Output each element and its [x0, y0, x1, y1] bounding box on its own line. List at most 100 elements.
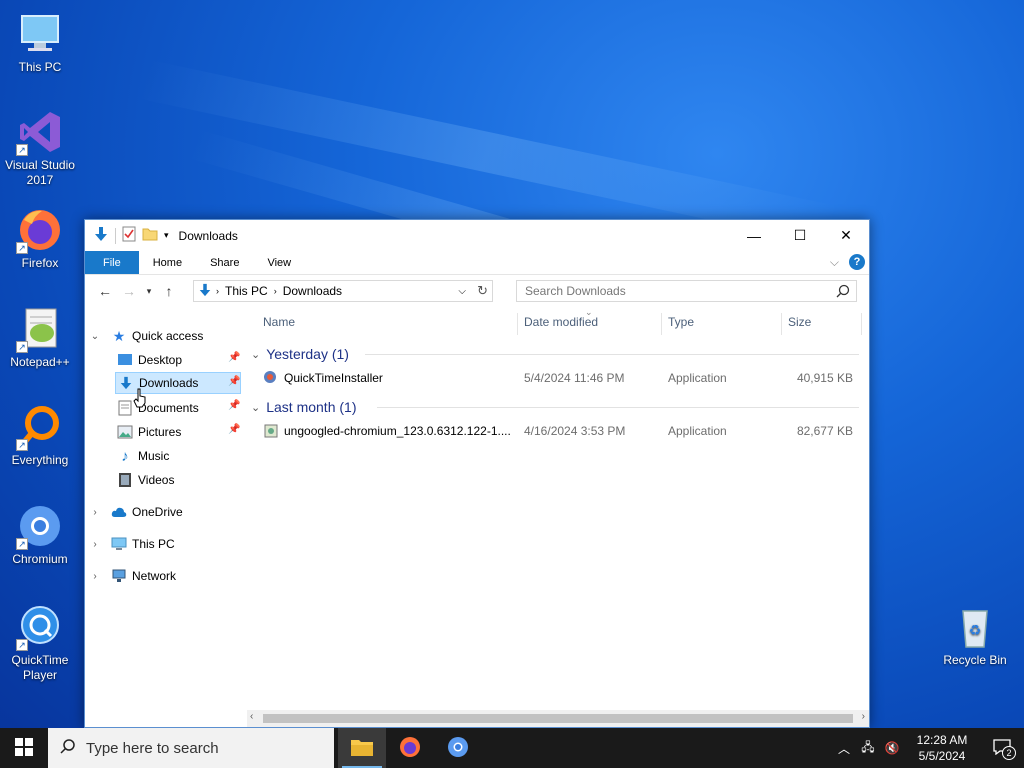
desktop-icon-label: Recycle Bin	[943, 653, 1007, 667]
customize-toolbar-chevron-icon[interactable]: ▾	[164, 230, 169, 241]
desktop-icon-this-pc[interactable]: This PC	[0, 10, 80, 75]
address-field[interactable]: › This PC › Downloads ⌵ ↻	[193, 280, 493, 302]
file-explorer-icon	[350, 737, 374, 760]
taskbar-file-explorer[interactable]	[338, 728, 386, 768]
column-header-date-modified[interactable]: Date modified	[524, 307, 598, 337]
clock[interactable]: 12:28 AM 5/5/2024	[904, 732, 980, 764]
pin-icon[interactable]: 📌	[228, 400, 240, 411]
taskbar-chromium[interactable]	[434, 728, 482, 768]
star-icon: ★	[112, 327, 126, 344]
group-label: Yesterday (1)	[266, 346, 349, 362]
collapsed-chevron-icon[interactable]: ›	[89, 571, 101, 582]
breadcrumb-downloads[interactable]: Downloads	[283, 284, 342, 298]
nav-item-pictures[interactable]: Pictures	[117, 421, 242, 443]
address-dropdown-chevron-icon[interactable]: ⌵	[458, 286, 466, 297]
desktop-icon-visual-studio[interactable]: ↗ Visual Studio 2017	[0, 108, 80, 188]
column-header-name[interactable]: Name	[263, 307, 295, 337]
nav-label: OneDrive	[132, 505, 183, 519]
clock-time: 12:28 AM	[916, 733, 968, 747]
taskbar-search-box[interactable]: Type here to search	[48, 728, 334, 768]
desktop-folder-icon	[117, 352, 133, 368]
title-bar[interactable]: ▾ Downloads — ☐ ✕	[85, 220, 869, 251]
desktop-icon-label: Everything	[11, 453, 69, 467]
installer-file-icon	[263, 423, 279, 442]
start-button[interactable]	[0, 728, 48, 768]
minimize-button[interactable]: —	[731, 220, 777, 251]
nav-item-music[interactable]: ♪ Music	[117, 445, 169, 467]
action-center-button[interactable]: 2	[980, 728, 1024, 768]
tab-file[interactable]: File	[85, 251, 139, 274]
volume-muted-icon[interactable]: 🔇	[880, 741, 904, 755]
desktop-icon-recycle-bin[interactable]: ♻ Recycle Bin	[935, 603, 1015, 668]
search-field[interactable]: Search Downloads	[516, 280, 857, 302]
column-header-size[interactable]: Size	[788, 307, 811, 337]
expanded-chevron-icon[interactable]: ⌄	[89, 331, 101, 342]
address-bar-row: ← → ▾ ↑ › This PC › Downloads ⌵ ↻ Search…	[85, 275, 869, 307]
forward-button[interactable]: →	[117, 283, 141, 299]
group-header-yesterday[interactable]: ⌄ Yesterday (1)	[251, 343, 349, 365]
scroll-left-icon[interactable]: ‹	[250, 711, 253, 722]
nav-label: Desktop	[138, 353, 183, 367]
desktop-icon-notepad-plus-plus[interactable]: ↗ Notepad++	[0, 305, 80, 370]
desktop-icon-chromium[interactable]: ↗ Chromium	[0, 502, 80, 567]
file-size: 82,677 KB	[796, 424, 853, 438]
tab-home[interactable]: Home	[139, 251, 196, 274]
table-row[interactable]: QuickTimeInstaller 5/4/2024 11:46 PM App…	[247, 367, 863, 389]
maximize-button[interactable]: ☐	[777, 220, 823, 251]
pin-icon[interactable]: 📌	[228, 424, 240, 435]
column-header-type[interactable]: Type	[668, 307, 694, 337]
everything-search-icon: ↗	[16, 403, 64, 451]
column-separator	[861, 313, 862, 335]
shortcut-arrow-icon: ↗	[16, 144, 28, 156]
taskbar-search-input[interactable]: Type here to search	[86, 740, 219, 757]
nav-item-videos[interactable]: Videos	[117, 469, 174, 491]
refresh-icon[interactable]: ↻	[477, 283, 488, 299]
horizontal-scrollbar[interactable]: ‹ ›	[247, 710, 869, 727]
visual-studio-icon: ↗	[16, 108, 64, 156]
nav-item-desktop[interactable]: Desktop	[117, 349, 242, 371]
back-button[interactable]: ←	[93, 283, 117, 299]
show-hidden-icons-chevron-icon[interactable]: ︿	[832, 740, 856, 757]
nav-onedrive[interactable]: › OneDrive	[89, 501, 183, 523]
pin-icon[interactable]: 📌	[228, 376, 240, 387]
search-icon	[836, 284, 850, 301]
column-separator	[781, 313, 782, 335]
nav-this-pc[interactable]: › This PC	[89, 533, 174, 555]
properties-icon[interactable]	[122, 226, 136, 245]
pictures-icon	[117, 424, 133, 440]
firefox-icon: ↗	[16, 206, 64, 254]
taskbar-firefox[interactable]	[386, 728, 434, 768]
nav-network[interactable]: › Network	[89, 565, 176, 587]
group-divider	[377, 407, 859, 408]
scrollbar-thumb[interactable]	[263, 714, 853, 723]
recent-locations-chevron-icon[interactable]: ▾	[141, 286, 157, 297]
nav-quick-access[interactable]: ⌄ ★ Quick access	[89, 325, 204, 347]
scroll-right-icon[interactable]: ›	[862, 711, 865, 722]
desktop-icon-quicktime[interactable]: ↗ QuickTime Player	[0, 603, 80, 683]
breadcrumb-this-pc[interactable]: This PC	[225, 284, 268, 298]
breadcrumb-chevron-icon: ›	[273, 286, 277, 296]
tab-view[interactable]: View	[253, 251, 305, 274]
desktop-icon-firefox[interactable]: ↗ Firefox	[0, 206, 80, 271]
pin-icon[interactable]: 📌	[228, 352, 240, 363]
tab-share[interactable]: Share	[196, 251, 253, 274]
group-label: Last month (1)	[266, 399, 357, 415]
group-header-last-month[interactable]: ⌄ Last month (1)	[251, 396, 356, 418]
collapsed-chevron-icon[interactable]: ›	[89, 507, 101, 518]
documents-icon	[117, 400, 133, 416]
network-status-icon[interactable]: 🖧	[856, 738, 880, 759]
search-input[interactable]: Search Downloads	[525, 284, 626, 298]
group-divider	[365, 354, 859, 355]
close-button[interactable]: ✕	[823, 220, 869, 251]
breadcrumb-chevron-icon: ›	[216, 286, 219, 296]
desktop-icon-label: Notepad++	[10, 355, 70, 369]
notification-count-badge: 2	[1002, 746, 1016, 760]
new-folder-icon[interactable]	[142, 226, 158, 245]
collapsed-chevron-icon[interactable]: ›	[89, 539, 101, 550]
window-title: Downloads	[178, 228, 238, 243]
table-row[interactable]: ungoogled-chromium_123.0.6312.122-1.... …	[247, 420, 863, 442]
up-button[interactable]: ↑	[157, 283, 181, 299]
help-icon[interactable]: ?	[849, 254, 865, 270]
expand-ribbon-chevron-icon[interactable]: ⌵	[830, 255, 839, 270]
desktop-icon-everything[interactable]: ↗ Everything	[0, 403, 80, 468]
